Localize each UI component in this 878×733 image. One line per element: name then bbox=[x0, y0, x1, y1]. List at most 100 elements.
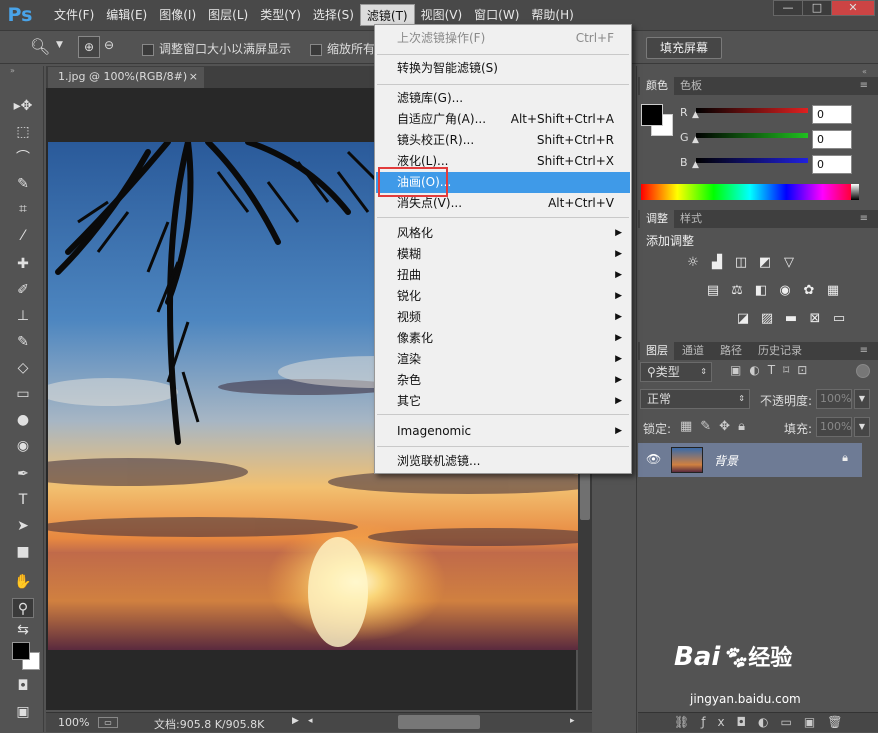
tab-layers[interactable]: 图层 bbox=[640, 342, 674, 360]
stamp-tool-icon[interactable]: ⊥ bbox=[12, 306, 34, 326]
channel-value-r[interactable]: 0 bbox=[812, 105, 852, 124]
foreground-color-swatch[interactable] bbox=[12, 642, 30, 660]
quick-select-tool-icon[interactable]: ✎ bbox=[12, 174, 34, 194]
hue-icon[interactable]: ▤ bbox=[704, 284, 722, 298]
collapse-icon[interactable]: » bbox=[10, 66, 15, 75]
lock-icons[interactable]: ▦✎✥🔒︎ bbox=[680, 419, 753, 434]
tab-color[interactable]: 颜色 bbox=[640, 77, 674, 95]
blur-tool-icon[interactable]: ● bbox=[12, 410, 34, 430]
healing-tool-icon[interactable]: ✚ bbox=[12, 254, 34, 274]
exposure-icon[interactable]: ◩ bbox=[756, 256, 774, 270]
layer-action-icons[interactable]: ⛓ƒx◘◐▭▣🗑︎ bbox=[674, 715, 854, 729]
menu-item-convert-smart-filter[interactable]: 转换为智能滤镜(S) bbox=[376, 58, 630, 79]
crop-tool-icon[interactable]: ⌗ bbox=[12, 199, 34, 219]
vertical-scroll-thumb[interactable] bbox=[580, 470, 590, 520]
menu-item-submenu-6[interactable]: 渲染 ▶ bbox=[376, 349, 630, 370]
slider-handle-icon[interactable]: ▲ bbox=[692, 110, 699, 120]
lasso-tool-icon[interactable]: ⌒ bbox=[12, 148, 34, 168]
slider-handle-icon[interactable]: ▲ bbox=[692, 160, 699, 170]
channel-slider-g[interactable] bbox=[696, 133, 808, 138]
tab-channels[interactable]: 通道 bbox=[676, 342, 710, 360]
menu-item-submenu-1[interactable]: 模糊 ▶ bbox=[376, 244, 630, 265]
path-select-icon[interactable]: ➤ bbox=[12, 516, 34, 536]
eye-icon[interactable]: 👁︎ bbox=[646, 452, 661, 466]
blend-mode-select[interactable]: 正常 ⇕ bbox=[640, 389, 750, 409]
menu-8[interactable]: 窗口(W) bbox=[468, 4, 525, 26]
menu-7[interactable]: 视图(V) bbox=[415, 4, 469, 26]
panel-menu-icon[interactable]: ≡ bbox=[854, 210, 874, 228]
layer-filter-select[interactable]: ⚲类型 ⇕ bbox=[640, 362, 712, 382]
resize-window-checkbox[interactable]: 调整窗口大小以满屏显示 bbox=[142, 40, 291, 57]
scroll-right-icon[interactable]: ▸ bbox=[570, 716, 575, 726]
tab-swatches[interactable]: 色板 bbox=[674, 77, 708, 95]
scroll-left-icon[interactable]: ◂ bbox=[308, 716, 313, 726]
foreground-color-swatch[interactable] bbox=[641, 104, 663, 126]
menu-6[interactable]: 滤镜(T) bbox=[359, 4, 415, 26]
tab-styles[interactable]: 样式 bbox=[674, 210, 708, 228]
bw-icon[interactable]: ◧ bbox=[752, 284, 770, 298]
menu-item-browse-online[interactable]: 浏览联机滤镜... bbox=[376, 451, 630, 472]
zoom-all-checkbox[interactable]: 缩放所有 bbox=[310, 40, 375, 57]
fill-field[interactable]: 100% bbox=[816, 417, 852, 437]
tab-paths[interactable]: 路径 bbox=[714, 342, 748, 360]
shape-tool-icon[interactable]: ■ bbox=[12, 542, 34, 562]
zoom-in-icon[interactable]: ⊕ bbox=[78, 36, 100, 58]
screen-mode-icon[interactable]: ▣ bbox=[12, 702, 34, 722]
panel-menu-icon[interactable]: ≡ bbox=[854, 342, 874, 360]
photo-filter-icon[interactable]: ◉ bbox=[776, 284, 794, 298]
dodge-tool-icon[interactable]: ◉ bbox=[12, 436, 34, 456]
menu-1[interactable]: 编辑(E) bbox=[100, 4, 153, 26]
close-tab-icon[interactable]: × bbox=[189, 67, 198, 87]
gradient-tool-icon[interactable]: ▭ bbox=[12, 384, 34, 404]
panel-menu-icon[interactable]: ≡ bbox=[854, 77, 874, 95]
menu-item-submenu-3[interactable]: 锐化 ▶ bbox=[376, 286, 630, 307]
menu-item-submenu-0[interactable]: 风格化 ▶ bbox=[376, 223, 630, 244]
type-tool-icon[interactable]: T bbox=[12, 490, 34, 510]
minimize-button[interactable]: — bbox=[773, 0, 803, 16]
layer-filter-icons[interactable]: ▣◐T⌑⊡ bbox=[730, 363, 815, 377]
invert-icon[interactable]: ◪ bbox=[734, 312, 752, 326]
slider-handle-icon[interactable]: ▲ bbox=[692, 135, 699, 145]
menu-2[interactable]: 图像(I) bbox=[153, 4, 202, 26]
chevron-down-icon[interactable]: ▼ bbox=[854, 389, 870, 409]
tab-history[interactable]: 历史记录 bbox=[752, 342, 808, 360]
swap-colors-icon[interactable]: ⇆ bbox=[12, 620, 34, 640]
gradient-map-icon[interactable]: ▭ bbox=[830, 312, 848, 326]
channel-slider-r[interactable] bbox=[696, 108, 808, 113]
layer-name[interactable]: 背景 bbox=[714, 452, 738, 469]
hand-tool-icon[interactable]: ✋ bbox=[12, 572, 34, 592]
brightness-icon[interactable]: ☼ bbox=[684, 256, 702, 270]
move-tool-icon[interactable]: ▸✥ bbox=[12, 96, 34, 116]
filter-toggle-icon[interactable] bbox=[856, 364, 870, 378]
menu-item-imagenomic[interactable]: Imagenomic ▶ bbox=[376, 421, 630, 442]
horizontal-scroll-thumb[interactable] bbox=[398, 715, 480, 729]
collapse-panels-icon[interactable]: « bbox=[862, 67, 867, 76]
chevron-down-icon[interactable]: ▼ bbox=[854, 417, 870, 437]
channel-value-b[interactable]: 0 bbox=[812, 155, 852, 174]
tab-adjustments[interactable]: 调整 bbox=[640, 210, 674, 228]
menu-0[interactable]: 文件(F) bbox=[48, 4, 100, 26]
document-tab[interactable]: 1.jpg @ 100%(RGB/8#) × bbox=[48, 67, 204, 88]
channel-value-g[interactable]: 0 bbox=[812, 130, 852, 149]
zoom-level[interactable]: 100% bbox=[58, 716, 89, 729]
fill-screen-button[interactable]: 填充屏幕 bbox=[646, 37, 722, 59]
menu-3[interactable]: 图层(L) bbox=[202, 4, 254, 26]
eraser-tool-icon[interactable]: ◇ bbox=[12, 358, 34, 378]
opacity-field[interactable]: 100% bbox=[816, 389, 852, 409]
zoom-tool-icon[interactable]: 🔍︎ bbox=[30, 37, 50, 56]
menu-item-submenu-8[interactable]: 其它 ▶ bbox=[376, 391, 630, 412]
levels-icon[interactable]: ▟ bbox=[708, 256, 726, 270]
menu-item-filter-gallery[interactable]: 滤镜库(G)... bbox=[376, 88, 630, 109]
zoom-tool-icon[interactable]: ⚲ bbox=[12, 598, 34, 618]
menu-item-adaptive-wide-angle[interactable]: 自适应广角(A)... Alt+Shift+Ctrl+A bbox=[376, 109, 630, 130]
menu-item-submenu-7[interactable]: 杂色 ▶ bbox=[376, 370, 630, 391]
mixer-icon[interactable]: ✿ bbox=[800, 284, 818, 298]
pen-tool-icon[interactable]: ✒ bbox=[12, 464, 34, 484]
menu-item-submenu-5[interactable]: 像素化 ▶ bbox=[376, 328, 630, 349]
balance-icon[interactable]: ⚖ bbox=[728, 284, 746, 298]
quick-mask-icon[interactable]: ◘ bbox=[12, 676, 34, 696]
menu-5[interactable]: 选择(S) bbox=[307, 4, 360, 26]
lookup-icon[interactable]: ▦ bbox=[824, 284, 842, 298]
selective-color-icon[interactable]: ⊠ bbox=[806, 312, 824, 326]
posterize-icon[interactable]: ▨ bbox=[758, 312, 776, 326]
